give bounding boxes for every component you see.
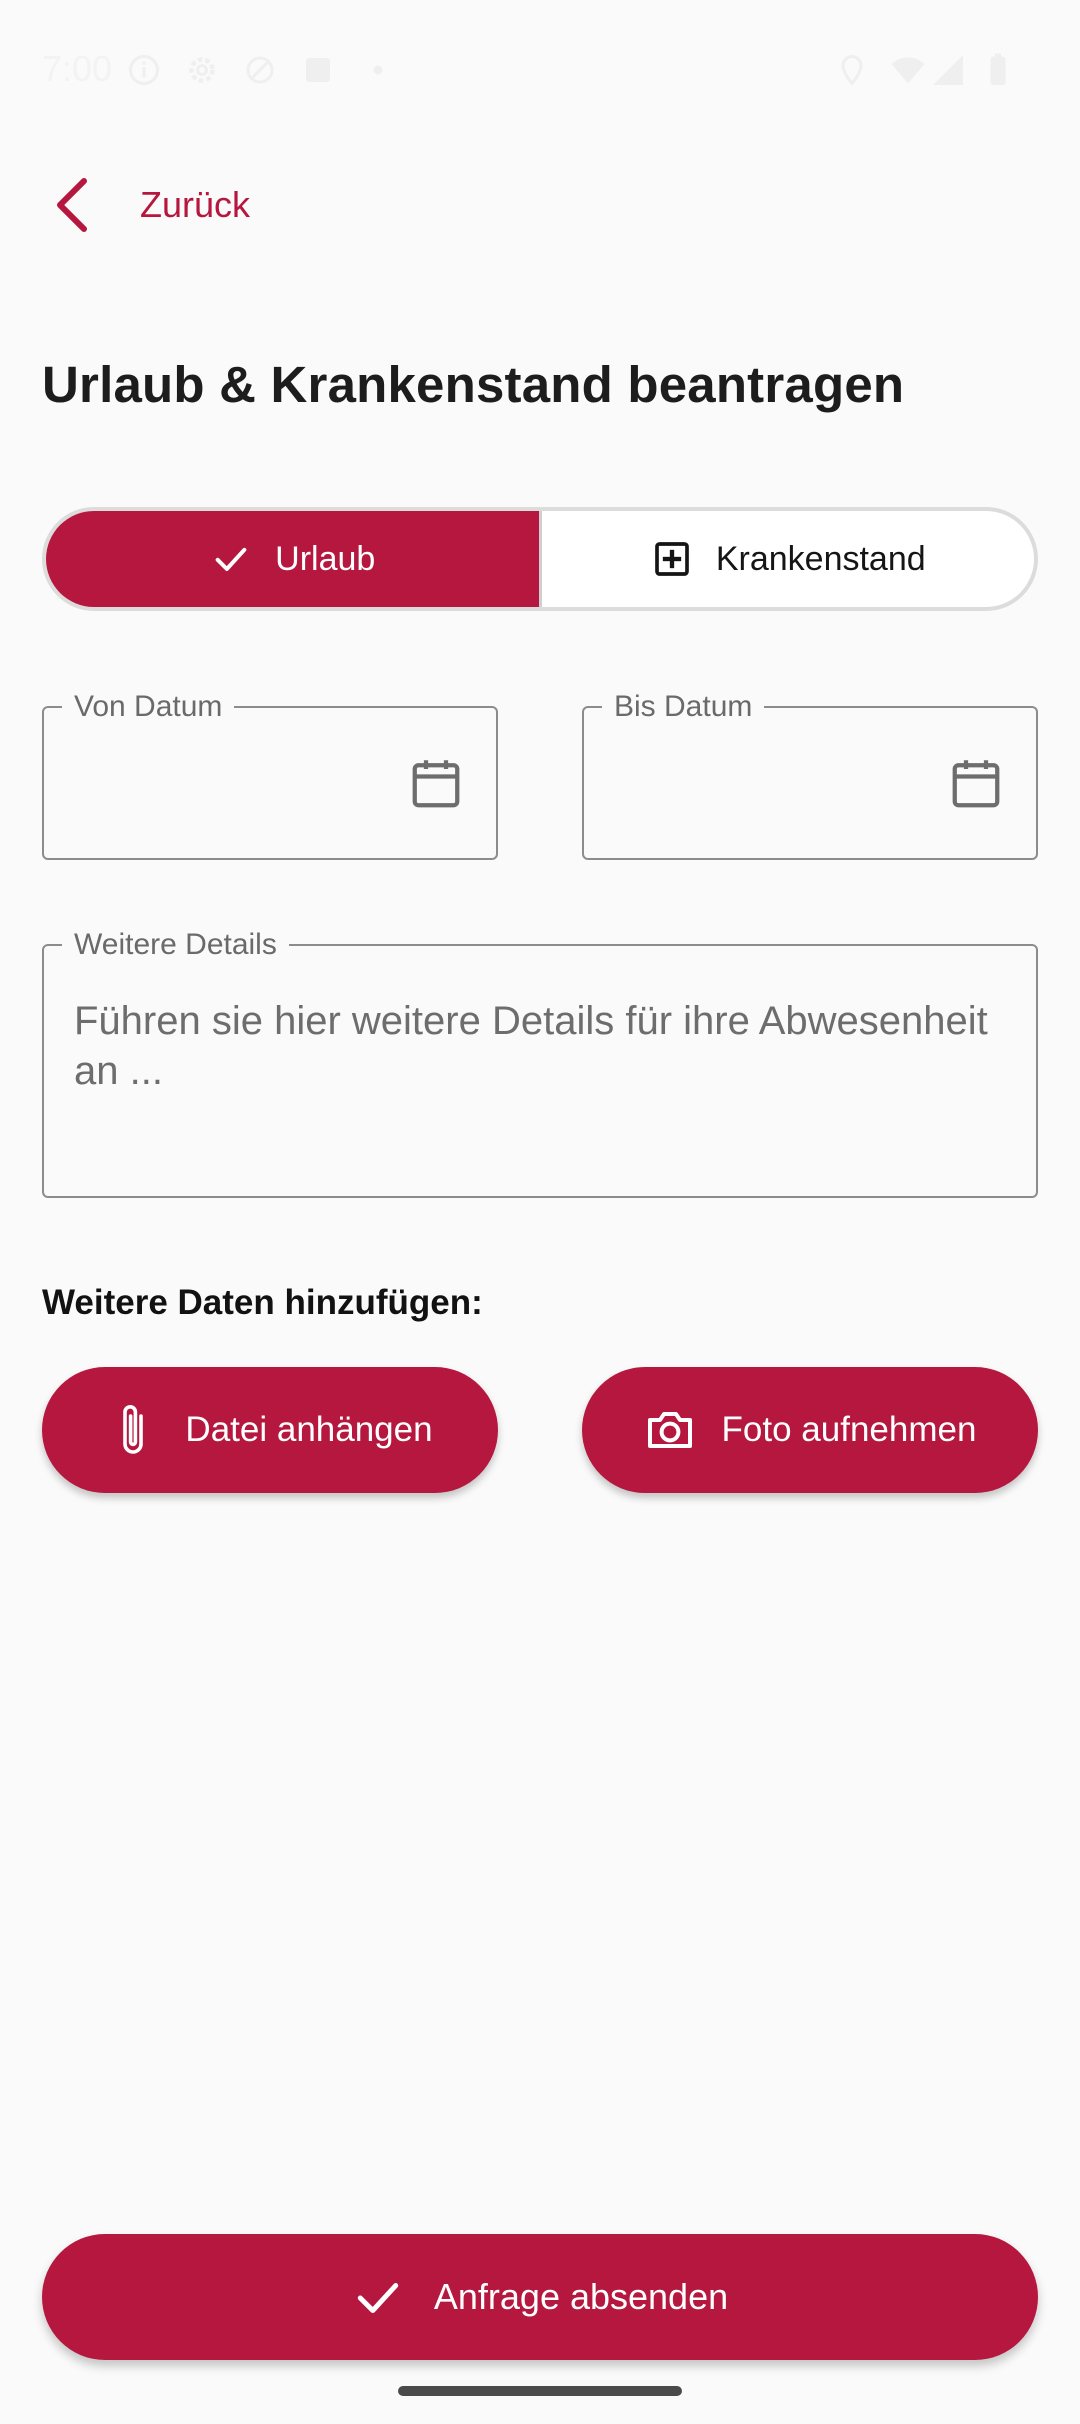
check-icon [209, 537, 253, 581]
to-date-field[interactable]: Bis Datum [582, 690, 1038, 860]
camera-icon [644, 1404, 696, 1456]
status-time: 7:00 [42, 48, 113, 89]
notification-icon [306, 58, 330, 82]
segment-krankenstand[interactable]: Krankenstand [538, 511, 1035, 607]
details-placeholder: Führen sie hier weitere Details für ihre… [74, 999, 988, 1093]
absence-type-toggle: Urlaub Krankenstand [42, 507, 1038, 611]
segment-urlaub[interactable]: Urlaub [46, 511, 539, 607]
dot-icon [373, 65, 383, 75]
from-date-label: Von Datum [62, 690, 235, 724]
page-title: Urlaub & Krankenstand beantragen [42, 356, 905, 413]
submit-request-button[interactable]: Anfrage absenden [42, 2234, 1038, 2360]
check-icon [352, 2271, 404, 2323]
details-textarea[interactable]: Weitere Details Führen sie hier weitere … [42, 928, 1038, 1198]
status-bar: 7:00 [0, 0, 1080, 140]
chevron-left-icon [42, 175, 102, 235]
attach-file-label: Datei anhängen [185, 1410, 433, 1449]
details-label: Weitere Details [62, 928, 289, 962]
from-date-field[interactable]: Von Datum [42, 690, 498, 860]
do-not-disturb-icon [246, 56, 274, 84]
submit-request-label: Anfrage absenden [433, 2276, 729, 2317]
medical-cross-icon [650, 537, 694, 581]
info-icon [129, 55, 159, 85]
paperclip-icon [107, 1404, 159, 1456]
signal-icon [933, 55, 963, 85]
take-photo-button[interactable]: Foto aufnehmen [582, 1367, 1038, 1493]
segment-urlaub-label: Urlaub [275, 539, 376, 578]
take-photo-label: Foto aufnehmen [721, 1410, 977, 1449]
calendar-icon[interactable] [406, 754, 466, 814]
segment-krankenstand-label: Krankenstand [715, 539, 926, 578]
battery-icon [990, 53, 1006, 85]
gesture-nav-handle[interactable] [398, 2386, 682, 2396]
location-icon [841, 54, 863, 86]
back-button[interactable]: Zurück [42, 168, 250, 242]
wifi-icon [891, 57, 925, 84]
to-date-label: Bis Datum [602, 690, 765, 724]
settings-icon [189, 57, 215, 83]
back-label: Zurück [140, 184, 251, 225]
attach-file-button[interactable]: Datei anhängen [42, 1367, 498, 1493]
attachments-heading: Weitere Daten hinzufügen: [42, 1283, 483, 1322]
screen: 7:00 Zurück Urlaub & Krankenstand beantr… [0, 0, 1080, 2424]
calendar-icon[interactable] [946, 754, 1006, 814]
